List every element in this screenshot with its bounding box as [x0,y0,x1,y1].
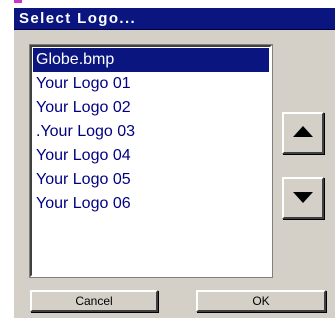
cancel-button[interactable]: Cancel [30,290,158,312]
scroll-down-button[interactable] [282,177,324,219]
list-item-your-logo-04[interactable]: Your Logo 04 [33,144,269,168]
ok-button[interactable]: OK [196,290,326,312]
title-bar: Select Logo... [14,8,335,30]
list-item-your-logo-02[interactable]: Your Logo 02 [33,96,269,120]
list-item-your-logo-03[interactable]: .Your Logo 03 [33,120,269,144]
select-logo-dialog: Select Logo... Globe.bmp Your Logo 01 Yo… [14,8,335,318]
list-item-globe[interactable]: Globe.bmp [33,48,269,72]
scroll-up-button[interactable] [282,112,324,154]
triangle-up-icon [293,126,313,137]
triangle-down-icon [293,192,313,203]
list-item-your-logo-05[interactable]: Your Logo 05 [33,168,269,192]
list-item-your-logo-01[interactable]: Your Logo 01 [33,72,269,96]
logo-listbox[interactable]: Globe.bmp Your Logo 01 Your Logo 02 .You… [29,44,273,278]
dialog-title: Select Logo... [19,10,137,27]
top-accent-mark [14,0,22,3]
list-item-your-logo-06[interactable]: Your Logo 06 [33,192,269,216]
